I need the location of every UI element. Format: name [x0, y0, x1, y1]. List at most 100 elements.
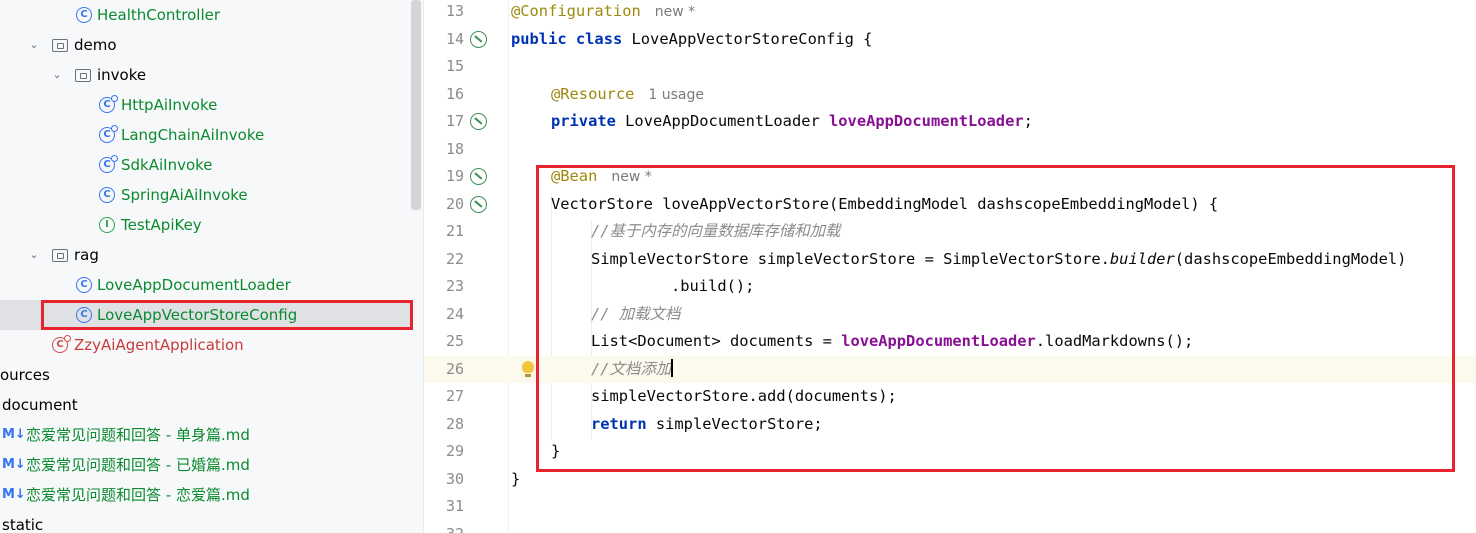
tree-item-testapikey[interactable]: I TestApiKey [0, 210, 412, 240]
chevron-down-icon[interactable]: ⌄ [28, 249, 40, 261]
inlay-hint[interactable]: 1 usage [648, 87, 704, 103]
code-line-21[interactable]: 21 //基于内存的向量数据库存储和加载 [424, 218, 1476, 246]
comment-text: //文档添加 [591, 359, 672, 378]
keyword-token: class [575, 29, 623, 48]
code-token: (dashscopeEmbeddingModel) [1174, 249, 1407, 268]
comment-text: // 加载文档 [591, 304, 681, 323]
markdown-icon: M↓ [2, 427, 26, 442]
code-line-32[interactable]: 32 [424, 521, 1476, 533]
code-line-24[interactable]: 24 // 加载文档 [424, 301, 1476, 329]
tree-item-zzyaiagentapplication[interactable]: C ZzyAiAgentApplication [0, 330, 412, 360]
line-number: 31 [445, 497, 464, 515]
code-line-22[interactable]: 22 SimpleVectorStore simpleVectorStore =… [424, 246, 1476, 274]
class-icon: C [99, 187, 115, 203]
code-text: private LoveAppDocumentLoader loveAppDoc… [551, 108, 1033, 136]
inlay-hint[interactable]: new * [611, 169, 651, 185]
annotation-token: @Resource [551, 84, 635, 103]
tree-item-langchainaiinvoke[interactable]: C LangChainAiInvoke [0, 120, 412, 150]
tree-item-label: demo [74, 36, 117, 54]
code-text: @Configuration new * [511, 0, 695, 27]
code-text: @Resource 1 usage [551, 81, 704, 110]
code-line-17[interactable]: 17 private LoveAppDocumentLoader loveApp… [424, 108, 1476, 136]
tree-item-document[interactable]: document [0, 390, 412, 420]
tree-item-md-dating[interactable]: M↓ 恋爱常见问题和回答 - 恋爱篇.md [0, 480, 412, 510]
tree-item-label: rag [74, 246, 99, 264]
tree-item-invoke[interactable]: ⌄ invoke [0, 60, 412, 90]
inlay-hint[interactable]: new * [655, 4, 695, 20]
interface-icon: I [99, 217, 115, 233]
spring-bean-gutter-icon[interactable] [470, 113, 487, 130]
tree-item-label: SdkAiInvoke [121, 156, 213, 174]
type-token: LoveAppDocumentLoader [625, 112, 830, 130]
code-line-31[interactable]: 31 [424, 493, 1476, 521]
line-number: 15 [445, 57, 464, 75]
class-glyph: C [103, 99, 111, 110]
keyword-token: public [511, 29, 567, 48]
code-line-30[interactable]: 30 } [424, 466, 1476, 494]
tree-item-springaiaiinvoke[interactable]: C SpringAiAiInvoke [0, 180, 412, 210]
tree-item-static[interactable]: static [0, 510, 412, 533]
tree-item-httpaiinvoke[interactable]: C HttpAiInvoke [0, 90, 412, 120]
tree-item-healthcontroller[interactable]: C HealthController [0, 0, 412, 30]
spring-bean-gutter-icon[interactable] [470, 168, 487, 185]
code-token: simpleVectorStore; [646, 414, 823, 433]
line-number: 22 [445, 249, 464, 268]
tree-item-loveappvectorstoreconfig[interactable]: C LoveAppVectorStoreConfig [0, 300, 412, 330]
code-token: List<Document> documents = [591, 332, 842, 350]
tree-item-md-married[interactable]: M↓ 恋爱常见问题和回答 - 已婚篇.md [0, 450, 412, 480]
tree-item-label: 恋爱常见问题和回答 - 单身篇.md [26, 426, 250, 444]
tree-item-rag[interactable]: ⌄ rag [0, 240, 412, 270]
tree-item-resources[interactable]: ources [0, 360, 412, 390]
code-text: return simpleVectorStore; [591, 411, 823, 439]
field-token: loveAppDocumentLoader [841, 332, 1036, 350]
tree-item-label: invoke [97, 66, 147, 84]
code-line-15[interactable]: 15 [424, 53, 1476, 81]
line-number: 28 [445, 414, 464, 433]
spring-boot-app-icon: C [52, 335, 71, 353]
line-number: 23 [445, 277, 464, 295]
class-icon: C [76, 307, 92, 323]
spring-bean-gutter-icon[interactable] [470, 195, 487, 213]
folder-icon [75, 69, 91, 82]
tree-item-sdkaiinvoke[interactable]: C SdkAiInvoke [0, 150, 412, 180]
lightbulb-icon[interactable] [522, 360, 534, 377]
code-line-18[interactable]: 18 [424, 136, 1476, 164]
code-line-14[interactable]: 14 public class LoveAppVectorStoreConfig… [424, 26, 1476, 54]
chevron-down-icon[interactable]: ⌄ [28, 39, 40, 51]
text-caret [671, 358, 673, 377]
code-line-27[interactable]: 27 simpleVectorStore.add(documents); [424, 383, 1476, 411]
code-editor[interactable]: 13 @Configuration new * 14 public class L… [424, 0, 1476, 533]
class-icon: C [99, 155, 118, 173]
tree-item-label: 恋爱常见问题和回答 - 已婚篇.md [26, 456, 250, 474]
spring-bean-gutter-icon[interactable] [470, 30, 487, 48]
code-line-13[interactable]: 13 @Configuration new * [424, 0, 1476, 26]
code-line-29[interactable]: 29 } [424, 438, 1476, 466]
tree-item-demo[interactable]: ⌄ demo [0, 30, 412, 60]
tree-item-md-single[interactable]: M↓ 恋爱常见问题和回答 - 单身篇.md [0, 420, 412, 450]
tree-scrollbar[interactable] [411, 0, 421, 210]
code-token: SimpleVectorStore simpleVectorStore = Si… [591, 249, 1110, 268]
line-number: 17 [445, 112, 464, 130]
code-line-25[interactable]: 25 List<Document> documents = loveAppDoc… [424, 328, 1476, 356]
code-line-23[interactable]: 23 .build(); [424, 273, 1476, 301]
line-number: 26 [445, 359, 464, 378]
line-number: 16 [445, 84, 464, 103]
line-number: 19 [445, 167, 464, 185]
class-icon: C [99, 95, 118, 113]
code-line-28[interactable]: 28 return simpleVectorStore; [424, 411, 1476, 439]
code-text: SimpleVectorStore simpleVectorStore = Si… [591, 246, 1406, 274]
code-line-19[interactable]: 19 @Bean new * [424, 163, 1476, 191]
line-number: 18 [445, 139, 464, 158]
chevron-down-icon[interactable]: ⌄ [51, 69, 63, 81]
line-number: 32 [424, 521, 464, 533]
code-text: VectorStore loveAppVectorStore(Embedding… [551, 194, 1219, 213]
tree-item-loveappdocumentloader[interactable]: C LoveAppDocumentLoader [0, 270, 412, 300]
static-method-token: builder [1109, 249, 1175, 268]
tree-item-label: LoveAppVectorStoreConfig [97, 306, 298, 324]
code-line-20[interactable]: 20 VectorStore loveAppVectorStore(Embedd… [424, 191, 1476, 219]
class-icon: C [99, 125, 118, 143]
code-line-26[interactable]: 26 //文档添加 [424, 355, 1476, 383]
line-number: 21 [445, 222, 464, 240]
punct-token: ; [1023, 112, 1033, 130]
code-line-16[interactable]: 16 @Resource 1 usage [424, 81, 1476, 109]
